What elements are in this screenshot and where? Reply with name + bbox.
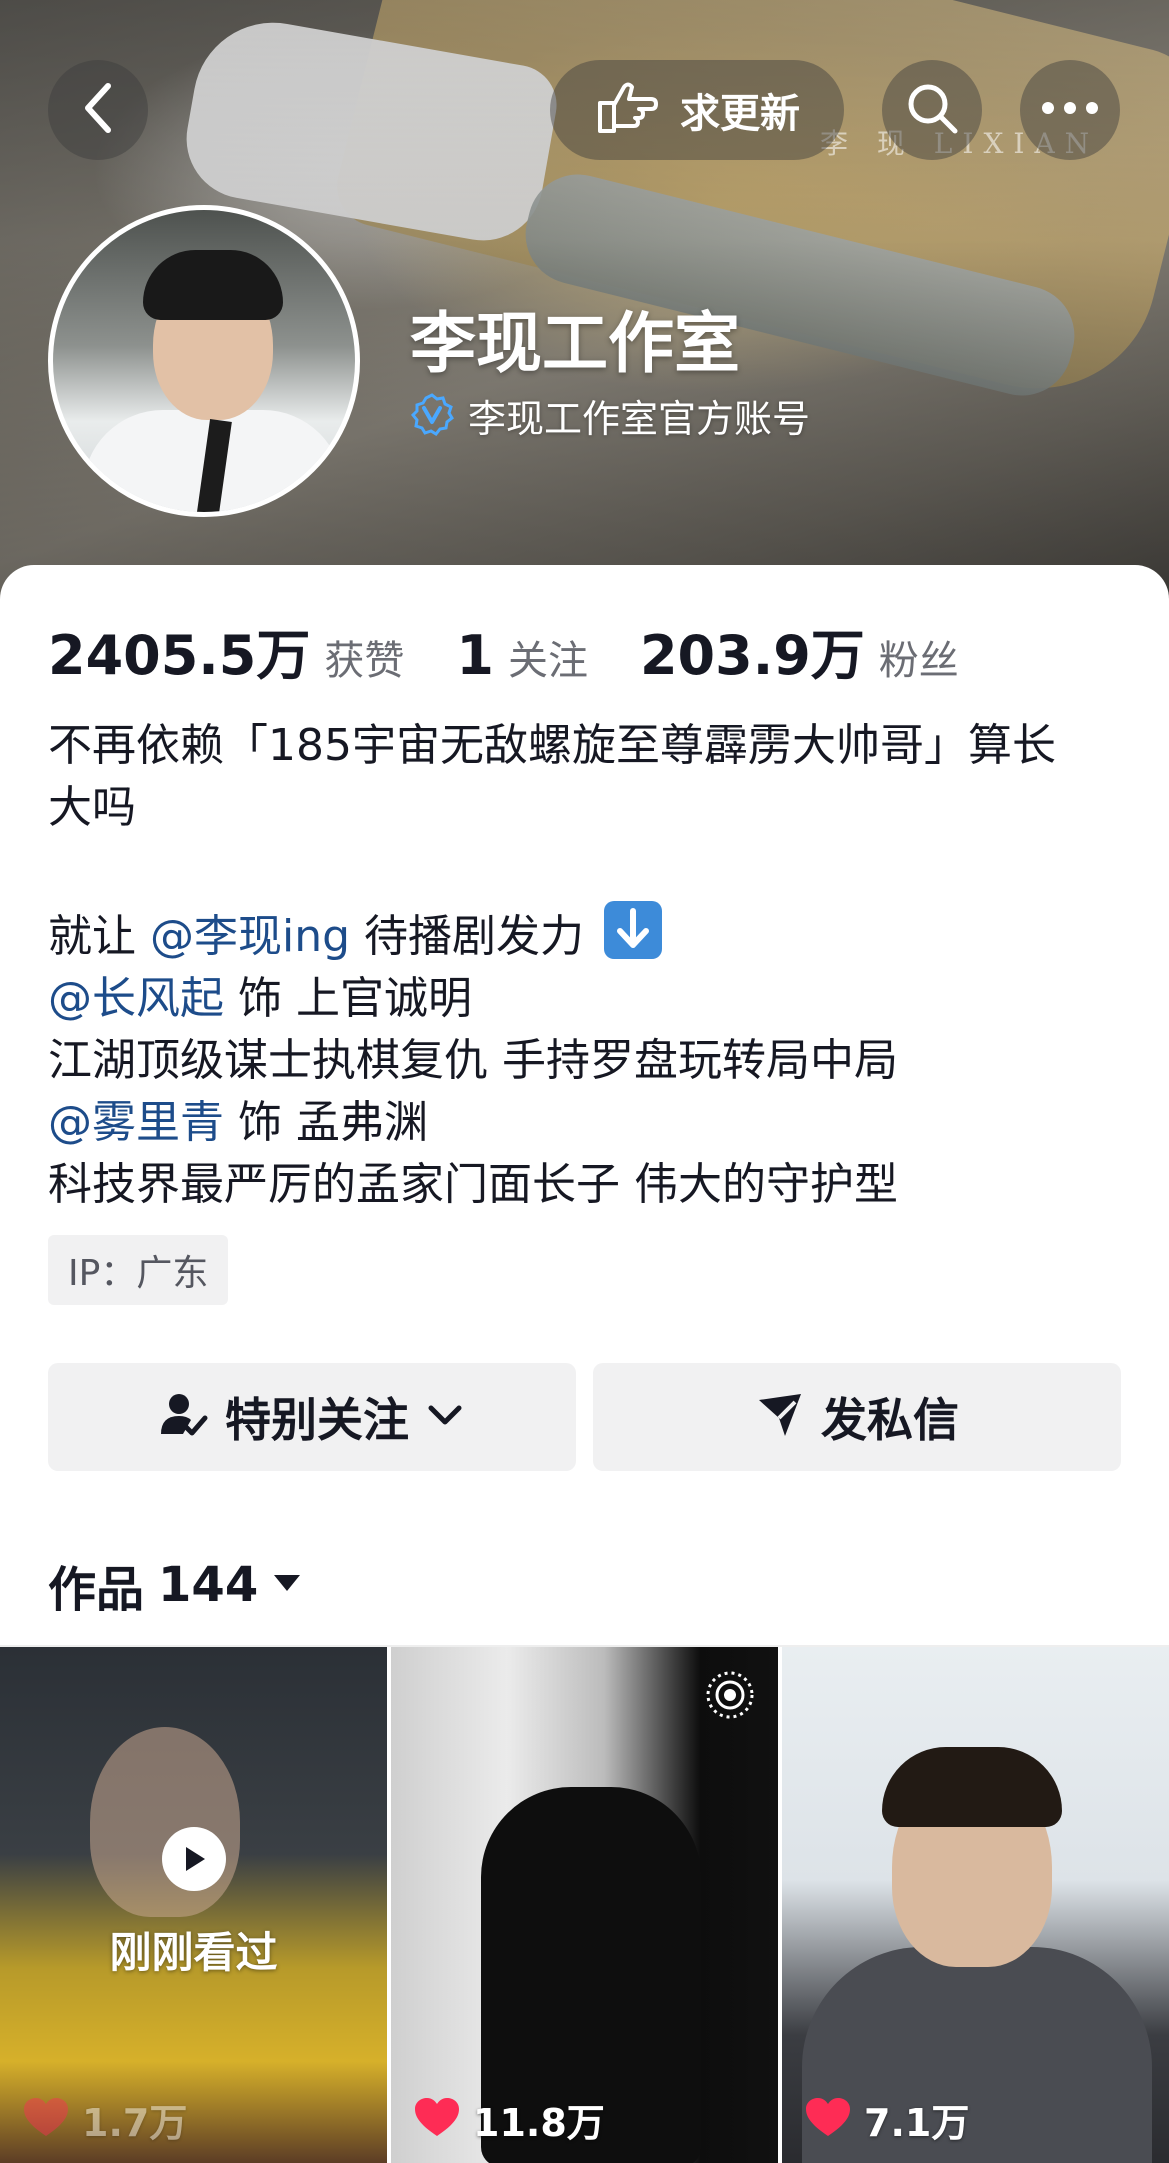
- profile-card: 2405.5万 获赞 1 关注 203.9万 粉丝 不再依赖「185宇宙无敌螺旋…: [0, 565, 1169, 2163]
- bio-line: @长风起 饰 上官诚明: [48, 968, 1128, 1030]
- works-tab-label: 作品: [48, 1562, 145, 1618]
- request-update-label: 求更新: [680, 91, 800, 137]
- works-tab[interactable]: 作品 144: [48, 1550, 302, 1620]
- send-message-label: 发私信: [821, 1393, 959, 1447]
- send-message-button[interactable]: 发私信: [593, 1363, 1121, 1471]
- stats-row: 2405.5万 获赞 1 关注 203.9万 粉丝: [48, 611, 1011, 690]
- verification-label: 李现工作室官方账号: [468, 397, 811, 441]
- send-icon: [755, 1390, 805, 1444]
- heart-icon: [24, 2097, 68, 2142]
- more-dots-icon: [1040, 100, 1100, 120]
- video-thumbnail[interactable]: 11.8万: [391, 1647, 778, 2163]
- profile-avatar[interactable]: [48, 205, 360, 517]
- verification-row[interactable]: 李现工作室官方账号: [410, 388, 810, 443]
- user-check-icon: [159, 1390, 209, 1444]
- bio-line: 不再依赖「185宇宙无敌螺旋至尊霹雳大帅哥」算长: [48, 720, 1056, 771]
- mention-link[interactable]: @长风起: [48, 973, 224, 1024]
- profile-name: 李现工作室: [410, 305, 740, 382]
- verified-badge-icon: [410, 392, 454, 440]
- likes-count: 11.8万: [473, 2101, 605, 2145]
- bio-line: 就让 @李现ing 待播剧发力: [48, 901, 1128, 968]
- bio-line: 江湖顶级谋士执棋复仇 手持罗盘玩转局中局: [48, 1035, 898, 1086]
- profile-bio: 不再依赖「185宇宙无敌螺旋至尊霹雳大帅哥」算长 大吗 就让 @李现ing 待播…: [48, 715, 1128, 1216]
- more-button[interactable]: [1020, 60, 1120, 160]
- stat-following[interactable]: 1 关注: [456, 624, 588, 687]
- ip-location-tag: IP：广东: [48, 1235, 229, 1305]
- stat-followers[interactable]: 203.9万 粉丝: [640, 611, 959, 690]
- bio-text: 饰 上官诚明: [238, 973, 472, 1024]
- bio-line: 大吗: [48, 782, 136, 833]
- mention-link[interactable]: @李现ing: [150, 911, 350, 962]
- request-update-button[interactable]: 求更新: [550, 60, 844, 160]
- caret-down-icon: [272, 1571, 302, 1599]
- avatar-hair: [143, 250, 283, 320]
- stat-value: 1: [456, 624, 494, 687]
- bio-text: 就让: [48, 911, 136, 962]
- stat-likes[interactable]: 2405.5万 获赞: [48, 611, 404, 690]
- search-icon: [903, 79, 961, 141]
- stat-label: 粉丝: [878, 638, 959, 684]
- bio-line: @雾里青 饰 孟弗渊: [48, 1092, 1128, 1154]
- stat-label: 关注: [507, 638, 588, 684]
- likes-count: 7.1万: [864, 2101, 970, 2145]
- stat-value: 203.9万: [639, 624, 865, 687]
- bio-line: 科技界最严厉的孟家门面长子 伟大的守护型: [48, 1159, 898, 1210]
- search-button[interactable]: [882, 60, 982, 160]
- video-thumbnail[interactable]: 刚刚看过 1.7万: [0, 1647, 387, 2163]
- chevron-left-icon: [76, 78, 120, 142]
- video-likes: 11.8万: [415, 2092, 605, 2147]
- mention-link[interactable]: @雾里青: [48, 1097, 224, 1148]
- down-arrow-emoji-icon: [604, 901, 663, 959]
- video-thumbnail[interactable]: 7.1万: [782, 1647, 1169, 2163]
- likes-count: 1.7万: [82, 2101, 188, 2145]
- pointing-hand-icon: [594, 79, 658, 141]
- bio-text: 待播剧发力: [364, 911, 585, 962]
- special-follow-button[interactable]: 特别关注: [48, 1363, 576, 1471]
- thumbnail-photo-hair: [882, 1747, 1062, 1827]
- heart-icon: [806, 2097, 850, 2142]
- bio-text: 饰 孟弗渊: [238, 1097, 428, 1148]
- special-follow-label: 特别关注: [225, 1393, 409, 1447]
- live-photo-icon: [704, 1669, 756, 1725]
- stat-label: 获赞: [324, 638, 405, 684]
- video-likes: 1.7万: [24, 2092, 187, 2147]
- heart-icon: [415, 2097, 459, 2142]
- chevron-down-icon: [425, 1400, 465, 1434]
- stat-value: 2405.5万: [48, 624, 311, 687]
- bio-blank-line: [48, 839, 1128, 901]
- recently-watched-label: 刚刚看过: [109, 1928, 278, 1977]
- video-grid: 刚刚看过 1.7万 11.8万 7.1万: [0, 1645, 1169, 2163]
- back-button[interactable]: [48, 60, 148, 160]
- works-count: 144: [158, 1557, 259, 1613]
- video-likes: 7.1万: [806, 2092, 969, 2147]
- recently-watched-overlay: 刚刚看过: [0, 1827, 387, 1980]
- play-icon: [161, 1827, 226, 1891]
